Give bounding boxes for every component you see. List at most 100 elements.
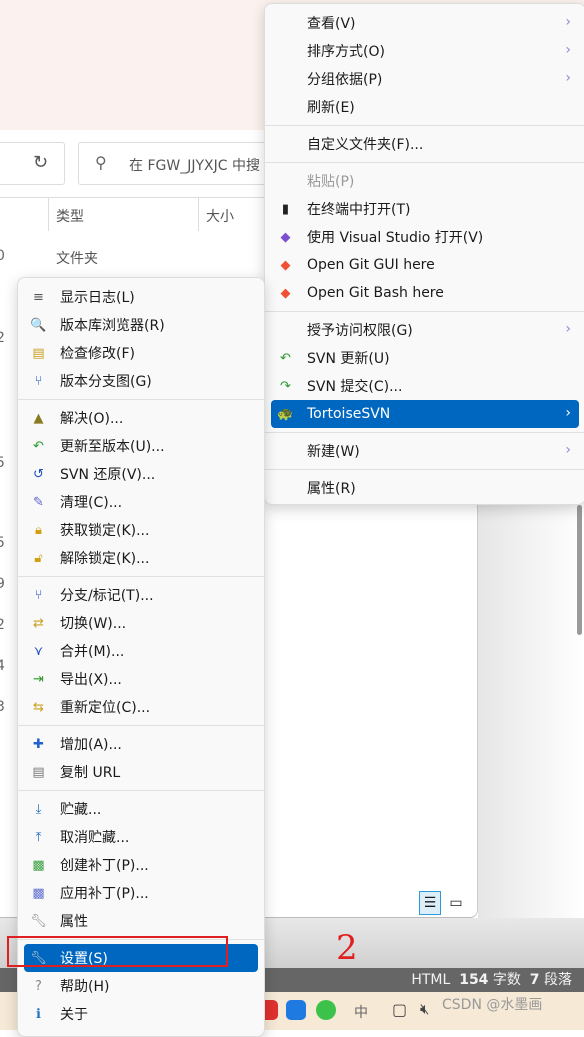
repo-browser-icon: 🔍 [30,318,47,333]
row-number: 2 [0,330,5,346]
update-to-revision-icon: ↶ [33,439,44,454]
ime-indicator[interactable]: 中 [354,1002,368,1022]
menu-item-label: 解除锁定(K)... [60,551,150,567]
menu-item-label: 增加(A)... [60,737,122,753]
menu-item[interactable]: 排序方式(O) › [271,37,579,65]
menu-item-label: 版本分支图(G) [60,374,152,390]
refresh-icon[interactable]: ↻ [33,152,48,173]
menu-item[interactable]: ≡ 显示日志(L) [24,283,258,311]
menu-item[interactable]: 🔒︎ 获取锁定(K)... [24,516,258,544]
menu-separator [265,162,584,163]
wechat-icon[interactable] [316,1000,336,1020]
menu-item[interactable]: ▤ 复制 URL [24,758,258,786]
background [478,505,584,968]
menu-item-label: 贮藏... [60,802,102,818]
network-icon[interactable]: ▢ [392,1000,407,1019]
menu-item[interactable]: ▲ 解决(O)... [24,404,258,432]
relocate-icon: ⇆ [33,700,44,715]
menu-item-label: 创建补丁(P)... [60,858,149,874]
search-icon: ⚲ [95,153,107,172]
details-view-button[interactable]: ☰ [419,891,441,915]
row-number: 9 [0,576,5,592]
menu-item[interactable]: ▮ 在终端中打开(T) [271,195,579,223]
mute-icon[interactable]: 🔇︎ [420,1000,429,1018]
switch-icon: ⇄ [33,616,44,631]
menu-item[interactable]: 🔓︎ 解除锁定(K)... [24,544,258,572]
git-icon: ◆ [280,258,291,273]
menu-item[interactable]: 粘贴(P) [271,167,579,195]
menu-item[interactable]: ✎ 清理(C)... [24,488,258,516]
menu-item[interactable]: ▩ 应用补丁(P)... [24,879,258,907]
menu-item[interactable]: 分组依据(P) › [271,65,579,93]
menu-item-label: 属性 [60,914,88,930]
menu-separator [18,790,264,791]
menu-item[interactable]: 属性(R) [271,474,579,502]
menu-item[interactable]: ▤ 检查修改(F) [24,339,258,367]
create-patch-icon: ▩ [32,858,45,873]
column-size[interactable]: 大小 [206,206,234,226]
menu-item-label: SVN 提交(C)... [307,379,403,395]
menu-item[interactable]: 查看(V) › [271,9,579,37]
menu-item[interactable]: ⑂ 分支/标记(T)... [24,581,258,609]
row-type: 文件夹 [56,251,98,267]
scrollbar[interactable] [577,505,582,635]
menu-item-label: 在终端中打开(T) [307,202,411,218]
terminal-icon: ▮ [281,202,290,217]
chevron-right-icon: › [565,321,571,337]
menu-item-label: 授予访问权限(G) [307,323,413,339]
menu-item[interactable]: ℹ 关于 [24,1000,258,1028]
menu-item[interactable]: 刷新(E) [271,93,579,121]
menu-item-label: 粘贴(P) [307,174,355,190]
menu-item[interactable]: ⤓ 贮藏... [24,795,258,823]
word-count: 154 [459,972,489,988]
visual-studio-icon: ◆ [280,230,291,245]
menu-item[interactable]: ✚ 增加(A)... [24,730,258,758]
menu-item[interactable]: ↶ SVN 更新(U) [271,344,579,372]
large-icons-view-button[interactable]: ▭ [445,891,467,915]
menu-item[interactable]: ? 帮助(H) [24,972,258,1000]
menu-item[interactable]: ↷ SVN 提交(C)... [271,372,579,400]
menu-item[interactable]: ▩ 创建补丁(P)... [24,851,258,879]
menu-item-label: 切换(W)... [60,616,127,632]
square-icon: ▭ [449,895,463,911]
word-label: 字数 [492,972,521,988]
menu-item[interactable]: 🔧︎ 属性 [24,907,258,935]
row-number: 4 [0,658,5,674]
menu-item-label: 新建(W) [307,444,360,460]
shelve-icon: ⤓ [35,802,42,817]
menu-item-label: 导出(X)... [60,672,122,688]
list-icon: ☰ [423,895,437,911]
menu-item[interactable]: ⑂ 版本分支图(G) [24,367,258,395]
app-icon[interactable] [286,1000,306,1020]
menu-item-label: 显示日志(L) [60,290,135,306]
column-type[interactable]: 类型 [56,206,84,226]
menu-item-label: 刷新(E) [307,100,355,116]
paragraph-label: 段落 [544,972,572,988]
menu-item[interactable]: 授予访问权限(G) › [271,316,579,344]
menu-item[interactable]: ◆ Open Git GUI here [271,251,579,279]
menu-item[interactable]: 🐢 TortoiseSVN › [271,400,579,428]
menu-item-label: Open Git GUI here [307,257,435,273]
menu-item[interactable]: ⤒ 取消贮藏... [24,823,258,851]
menu-item[interactable]: ⋎ 合并(M)... [24,637,258,665]
menu-item-label: 版本库浏览器(R) [60,318,165,334]
menu-item[interactable]: ◆ 使用 Visual Studio 打开(V) [271,223,579,251]
menu-item[interactable]: ↺ SVN 还原(V)... [24,460,258,488]
menu-item-label: Open Git Bash here [307,285,444,301]
menu-item[interactable]: 新建(W) › [271,437,579,465]
chevron-right-icon: › [565,70,571,86]
menu-item[interactable]: ⇆ 重新定位(C)... [24,693,258,721]
menu-item[interactable]: 🔍 版本库浏览器(R) [24,311,258,339]
check-modifications-icon: ▤ [32,346,45,361]
tortoisesvn-icon: 🐢 [277,407,294,422]
menu-item[interactable]: ⇥ 导出(X)... [24,665,258,693]
menu-item-label: SVN 还原(V)... [60,467,156,483]
menu-item[interactable]: ↶ 更新至版本(U)... [24,432,258,460]
menu-item[interactable]: ◆ Open Git Bash here [271,279,579,307]
menu-item[interactable]: ⇄ 切换(W)... [24,609,258,637]
svn-update-icon: ↶ [280,351,291,366]
menu-item-label: 取消贮藏... [60,830,130,846]
menu-item[interactable]: 自定义文件夹(F)... [271,130,579,158]
paragraph-count: 7 [529,972,540,988]
menu-item-label: 获取锁定(K)... [60,523,150,539]
